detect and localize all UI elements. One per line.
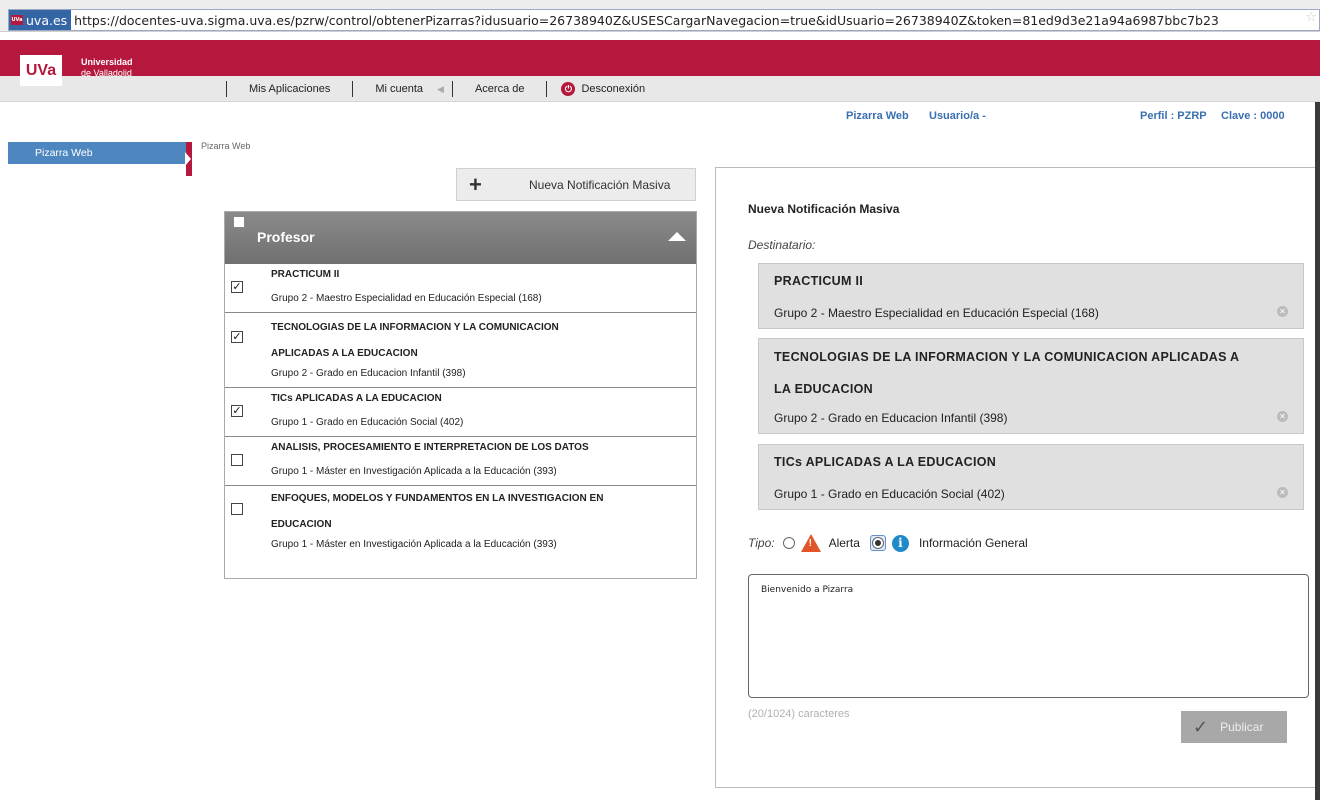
browser-address-bar: UVa uva.es https://docentes-uva.sigma.uv… (0, 0, 1320, 32)
course-group: Grupo 1 - Máster en Investigación Aplica… (271, 539, 557, 550)
publish-button[interactable]: ✓ Publicar (1181, 711, 1287, 743)
recipient-name-line2: LA EDUCACION (774, 382, 873, 396)
professor-courses-panel: Profesor ✓ PRACTICUM II Grupo 2 - Maestr… (224, 211, 697, 579)
recipient-group: Grupo 2 - Grado en Educacion Infantil (3… (774, 411, 1008, 425)
app-name: Pizarra Web (846, 110, 909, 122)
course-checkbox[interactable]: ✓ (231, 281, 243, 293)
recipient-label: Destinatario: (748, 238, 816, 252)
main-nav: Mis Aplicaciones Mi cuenta ◀ Acerca de ⏻… (0, 76, 1320, 102)
recipient-name: TECNOLOGIAS DE LA INFORMACION Y LA COMUN… (774, 350, 1240, 364)
uva-logo[interactable]: UVa (20, 55, 62, 86)
collapse-arrow-icon[interactable] (668, 232, 686, 241)
key-label: Clave : 0000 (1221, 110, 1285, 122)
message-textarea[interactable]: Bienvenido a Pizarra (748, 574, 1309, 698)
recipient-name: PRACTICUM II (774, 274, 864, 288)
course-group: Grupo 2 - Grado en Educacion Infantil (3… (271, 368, 466, 379)
course-checkbox[interactable] (231, 454, 243, 466)
general-info-radio-wrapper[interactable] (869, 535, 886, 551)
nav-mis-aplicaciones[interactable]: Mis Aplicaciones (227, 80, 352, 98)
site-name: uva.es (26, 12, 68, 28)
brand-bar (0, 40, 1320, 76)
course-name-line2: EDUCACION (271, 519, 332, 530)
type-label: Tipo: (748, 536, 775, 550)
site-identity[interactable]: UVa uva.es (9, 10, 72, 30)
sidebar-item-pizarra-web[interactable]: Pizarra Web (8, 142, 186, 164)
nav-mi-cuenta[interactable]: Mi cuenta (353, 80, 423, 98)
plus-icon: + (469, 171, 482, 197)
course-row[interactable]: ✓ TECNOLOGIAS DE LA INFORMACION Y LA COM… (225, 313, 696, 388)
dropdown-arrow-icon[interactable]: ◀ (437, 84, 444, 95)
page-edge-scrollbar[interactable] (1315, 102, 1320, 800)
recipient-card: TICs APLICADAS A LA EDUCACION Grupo 1 - … (758, 444, 1304, 510)
course-group: Grupo 1 - Grado en Educación Social (402… (271, 417, 464, 428)
char-counter: (20/1024) caracteres (748, 708, 850, 720)
bookmark-star-icon[interactable]: ☆ (1305, 10, 1317, 25)
type-selector: Tipo: Alerta i Información General (748, 534, 1028, 552)
university-line2: de Valladolid (81, 68, 132, 78)
course-row[interactable]: ✓ TICs APLICADAS A LA EDUCACION Grupo 1 … (225, 388, 696, 437)
site-header: UVa Universidad de Valladolid Mis Aplica… (0, 40, 1320, 102)
power-icon[interactable]: ⏻ (561, 82, 576, 96)
alert-option-label[interactable]: Alerta (829, 536, 860, 550)
profile-label: Perfil : PZRP (1140, 110, 1207, 122)
check-icon: ✓ (1193, 716, 1209, 737)
favicon-icon: UVa (11, 15, 23, 25)
course-checkbox[interactable]: ✓ (231, 331, 243, 343)
nav-separator (546, 81, 548, 97)
course-group: Grupo 1 - Máster en Investigación Aplica… (271, 466, 557, 477)
publish-label: Publicar (1220, 720, 1264, 734)
info-icon: i (891, 534, 909, 552)
course-group: Grupo 2 - Maestro Especialidad en Educac… (271, 293, 542, 304)
new-mass-notification-button[interactable]: + Nueva Notificación Masiva (456, 168, 696, 201)
course-checkbox[interactable]: ✓ (231, 405, 243, 417)
course-row[interactable]: ✓ PRACTICUM II Grupo 2 - Maestro Especia… (225, 264, 696, 313)
university-name: Universidad de Valladolid (81, 57, 133, 79)
general-info-radio[interactable] (871, 537, 884, 549)
course-row[interactable]: ANALISIS, PROCESAMIENTO E INTERPRETACION… (225, 437, 696, 486)
breadcrumb: Pizarra Web (201, 141, 251, 151)
general-info-option-label[interactable]: Información General (919, 536, 1028, 550)
recipient-group: Grupo 1 - Grado en Educación Social (402… (774, 487, 1005, 501)
professor-panel-header[interactable]: Profesor (225, 212, 696, 264)
warning-icon (800, 534, 821, 552)
remove-recipient-icon[interactable]: ✕ (1277, 411, 1288, 422)
user-info-row: Pizarra Web Usuario/a - Perfil : PZRP Cl… (0, 110, 1320, 124)
course-name: TECNOLOGIAS DE LA INFORMACION Y LA COMUN… (271, 322, 559, 333)
new-mass-notification-label: Nueva Notificación Masiva (529, 177, 671, 192)
professor-panel-title: Profesor (257, 229, 315, 245)
recipient-group: Grupo 2 - Maestro Especialidad en Educac… (774, 306, 1099, 320)
nav-acerca-de[interactable]: Acerca de (453, 80, 547, 98)
select-all-checkbox[interactable] (233, 216, 245, 228)
course-row[interactable]: ENFOQUES, MODELOS Y FUNDAMENTOS EN LA IN… (225, 486, 696, 558)
nav-desconexion[interactable]: Desconexión (581, 83, 645, 95)
course-name: PRACTICUM II (271, 269, 340, 280)
remove-recipient-icon[interactable]: ✕ (1277, 306, 1288, 317)
course-name-line2: APLICADAS A LA EDUCACION (271, 348, 418, 359)
course-name: ANALISIS, PROCESAMIENTO E INTERPRETACION… (271, 442, 589, 453)
alert-radio[interactable] (782, 537, 795, 549)
course-name: TICs APLICADAS A LA EDUCACION (271, 393, 442, 404)
remove-recipient-icon[interactable]: ✕ (1277, 487, 1288, 498)
course-name: ENFOQUES, MODELOS Y FUNDAMENTOS EN LA IN… (271, 493, 604, 504)
notification-title: Nueva Notificación Masiva (748, 202, 900, 216)
course-checkbox[interactable] (231, 503, 243, 515)
recipient-card: TECNOLOGIAS DE LA INFORMACION Y LA COMUN… (758, 338, 1304, 434)
sidebar-collapse-handle[interactable] (185, 142, 192, 176)
user-name: Usuario/a - (929, 110, 986, 122)
new-notification-panel: Nueva Notificación Masiva Destinatario: … (715, 167, 1318, 788)
url-field[interactable]: UVa uva.es https://docentes-uva.sigma.uv… (8, 9, 1320, 31)
university-line1: Universidad (81, 57, 133, 67)
recipient-name: TICs APLICADAS A LA EDUCACION (774, 455, 997, 469)
url-text[interactable]: https://docentes-uva.sigma.uva.es/pzrw/c… (71, 13, 1219, 28)
recipient-card: PRACTICUM II Grupo 2 - Maestro Especiali… (758, 263, 1304, 329)
